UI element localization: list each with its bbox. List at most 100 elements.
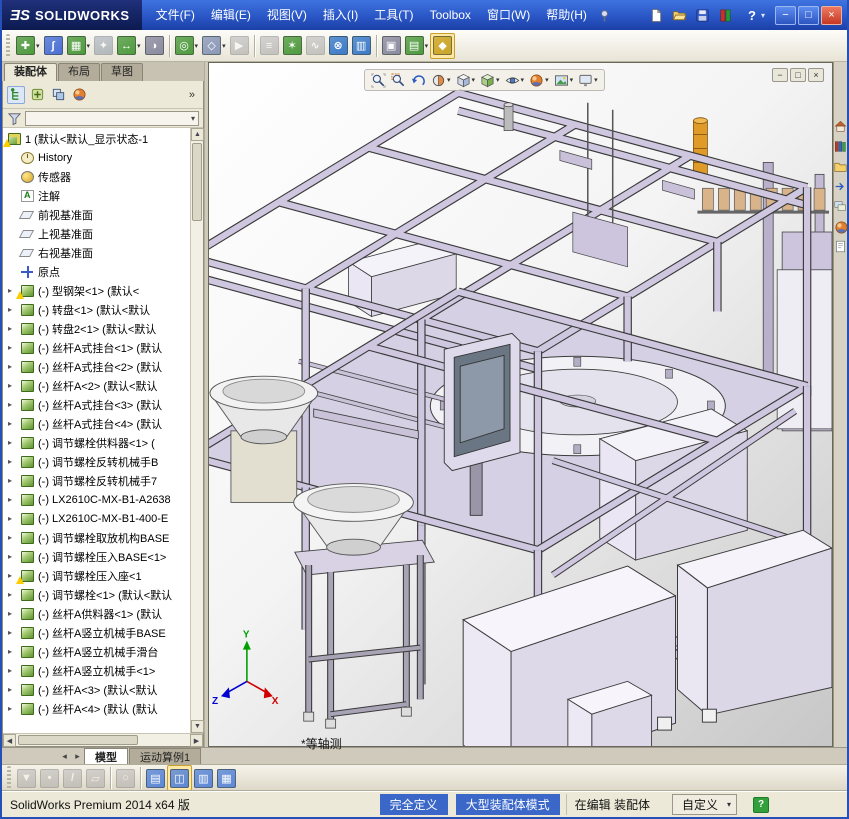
- dock-expand-icon[interactable]: [834, 180, 847, 193]
- menu-item[interactable]: 插入(I): [315, 4, 366, 26]
- menu-item[interactable]: 编辑(E): [203, 4, 259, 26]
- custom-properties-icon[interactable]: [834, 240, 847, 253]
- document-tab-1[interactable]: 模型: [84, 748, 128, 764]
- chevron-down-icon[interactable]: ▾: [137, 42, 141, 50]
- tree-item[interactable]: 传感器: [3, 167, 190, 186]
- tree-item[interactable]: ▸ (-) 调节螺栓供料器<1> (: [3, 433, 190, 452]
- expand-arrow-icon[interactable]: ▸: [8, 609, 21, 618]
- lightweight-toggle-button[interactable]: ◫: [167, 765, 192, 791]
- bill-of-materials-button[interactable]: ≡: [258, 33, 281, 59]
- tree-item[interactable]: ▸ (-) 丝杆A<4> (默认 (默认: [3, 699, 190, 718]
- configurationmanager-tab-icon[interactable]: [49, 86, 67, 104]
- tree-item[interactable]: ▸ (-) 丝杆A供料器<1> (默认: [3, 604, 190, 623]
- expand-arrow-icon[interactable]: ▸: [8, 400, 21, 409]
- tree-item[interactable]: ▸ (-) 丝杆A式挂台<4> (默认: [3, 414, 190, 433]
- expand-arrow-icon[interactable]: ▸: [8, 628, 21, 637]
- scroll-down-button[interactable]: ▼: [191, 720, 204, 733]
- view-orientation-icon[interactable]: ▾: [454, 73, 478, 88]
- panel-overflow-button[interactable]: »: [185, 89, 199, 101]
- previous-view-icon[interactable]: [409, 73, 428, 88]
- chevron-down-icon[interactable]: ▾: [87, 42, 91, 50]
- tree-item[interactable]: ▸ (-) 型钢架<1> (默认<: [3, 281, 190, 300]
- tree-item[interactable]: History: [3, 148, 190, 167]
- solidworks-resources-icon[interactable]: [834, 120, 847, 133]
- reference-geometry-button[interactable]: ◇ ▾: [200, 33, 228, 59]
- chevron-down-icon[interactable]: ▾: [521, 76, 525, 84]
- new-document-icon[interactable]: [646, 5, 666, 25]
- show-hidden-components-button[interactable]: ◑: [143, 33, 166, 59]
- display-style-icon[interactable]: ▾: [478, 73, 502, 88]
- tree-item[interactable]: ▸ (-) 丝杆A<3> (默认<默认: [3, 680, 190, 699]
- chevron-down-icon[interactable]: ▾: [570, 76, 574, 84]
- file-explorer-icon[interactable]: [834, 160, 847, 173]
- chevron-down-icon[interactable]: ▾: [222, 42, 226, 50]
- panel-tab-3[interactable]: 草图: [101, 63, 143, 81]
- filter-edges-button[interactable]: /: [61, 765, 84, 791]
- view-settings-icon[interactable]: ▾: [576, 73, 600, 88]
- section-view-icon[interactable]: ▾: [429, 73, 453, 88]
- chevron-down-icon[interactable]: ▾: [188, 114, 198, 123]
- display-states-button[interactable]: ▥: [192, 765, 215, 791]
- expand-arrow-icon[interactable]: ▸: [8, 419, 21, 428]
- menu-item[interactable]: 文件(F): [148, 4, 203, 26]
- tree-item[interactable]: ▸ (-) 丝杆A竖立机械手<1>: [3, 661, 190, 680]
- featuremanager-tab-icon[interactable]: [7, 85, 25, 104]
- expand-arrow-icon[interactable]: ▸: [8, 533, 21, 542]
- filter-faces-button[interactable]: ▱: [84, 765, 107, 791]
- expand-arrow-icon[interactable]: ▸: [8, 343, 21, 352]
- insert-components-button[interactable]: ✚ ▾: [14, 33, 42, 59]
- tree-item[interactable]: ▸ (-) 调节螺栓压入BASE<1>: [3, 547, 190, 566]
- zoom-to-fit-icon[interactable]: [369, 72, 388, 88]
- expand-arrow-icon[interactable]: ▸: [8, 666, 21, 675]
- chevron-down-icon[interactable]: ▾: [594, 76, 598, 84]
- tree-item[interactable]: ▸ (-) 调节螺栓<1> (默认<默认: [3, 585, 190, 604]
- displaymanager-tab-icon[interactable]: [70, 86, 88, 104]
- scrollbar-track[interactable]: [16, 734, 190, 746]
- tree-item[interactable]: 1 (默认<默认_显示状态-1: [3, 129, 190, 148]
- scroll-right-button[interactable]: ▶: [190, 734, 203, 747]
- tree-item[interactable]: ▸ (-) 调节螺栓取放机构BASE: [3, 528, 190, 547]
- tree-item[interactable]: 原点: [3, 262, 190, 281]
- tree-horizontal-scrollbar[interactable]: ◀ ▶: [3, 733, 203, 747]
- options-icon[interactable]: [715, 5, 735, 25]
- scrollbar-track[interactable]: [191, 141, 203, 720]
- assembly-visualization-button[interactable]: ▥: [350, 33, 373, 59]
- tree-item[interactable]: ▸ (-) 转盘<1> (默认<默认: [3, 300, 190, 319]
- status-custom-dropdown[interactable]: 自定义 ▾: [671, 794, 737, 815]
- minimize-button[interactable]: −: [775, 5, 796, 25]
- tab-scroll-right-button[interactable]: ▸: [71, 748, 84, 764]
- document-tab-2[interactable]: 运动算例1: [129, 748, 202, 764]
- toggle-selection-filters-button[interactable]: ▼: [15, 765, 38, 791]
- tree-item[interactable]: ▸ (-) 丝杆A式挂台<1> (默认: [3, 338, 190, 357]
- expand-arrow-icon[interactable]: ▸: [8, 704, 21, 713]
- magnified-selection-button[interactable]: ○: [114, 765, 137, 791]
- tree-item[interactable]: ▸ (-) 调节螺栓压入座<1: [3, 566, 190, 585]
- help-button[interactable]: ?: [743, 8, 761, 23]
- expand-arrow-icon[interactable]: ▸: [8, 305, 21, 314]
- zoom-to-area-icon[interactable]: [389, 72, 408, 88]
- toolbar-grip-handle[interactable]: [7, 766, 11, 790]
- tree-item[interactable]: 右视基准面: [3, 243, 190, 262]
- new-motion-study-button[interactable]: ▶: [228, 33, 251, 59]
- tree-vertical-scrollbar[interactable]: ▲ ▼: [190, 128, 204, 733]
- tree-item[interactable]: ▸ (-) LX2610C-MX-B1-400-E: [3, 509, 190, 528]
- menu-item[interactable]: 帮助(H): [538, 4, 595, 26]
- interference-detection-button[interactable]: ⊗: [327, 33, 350, 59]
- assembly-features-button[interactable]: ◎ ▾: [173, 33, 201, 59]
- menu-item[interactable]: Toolbox: [422, 4, 479, 26]
- appearances-scenes-icon[interactable]: [834, 220, 848, 234]
- scrollbar-thumb[interactable]: [18, 735, 138, 745]
- save-document-icon[interactable]: [692, 5, 712, 25]
- menu-pin-icon[interactable]: [597, 7, 613, 23]
- tree-item[interactable]: ▸ (-) 转盘2<1> (默认<默认: [3, 319, 190, 338]
- panel-tab-2[interactable]: 布局: [58, 63, 100, 81]
- panel-tab-1[interactable]: 装配体: [4, 63, 57, 81]
- propertymanager-tab-icon[interactable]: [28, 86, 46, 104]
- tree-item[interactable]: 前视基准面: [3, 205, 190, 224]
- chevron-down-icon[interactable]: ▾: [36, 42, 40, 50]
- edit-appearance-icon[interactable]: ▾: [527, 73, 551, 88]
- filter-vertices-button[interactable]: •: [38, 765, 61, 791]
- tree-item[interactable]: 注解: [3, 186, 190, 205]
- status-help-button[interactable]: ?: [753, 796, 769, 813]
- document-close-button[interactable]: ×: [808, 68, 824, 82]
